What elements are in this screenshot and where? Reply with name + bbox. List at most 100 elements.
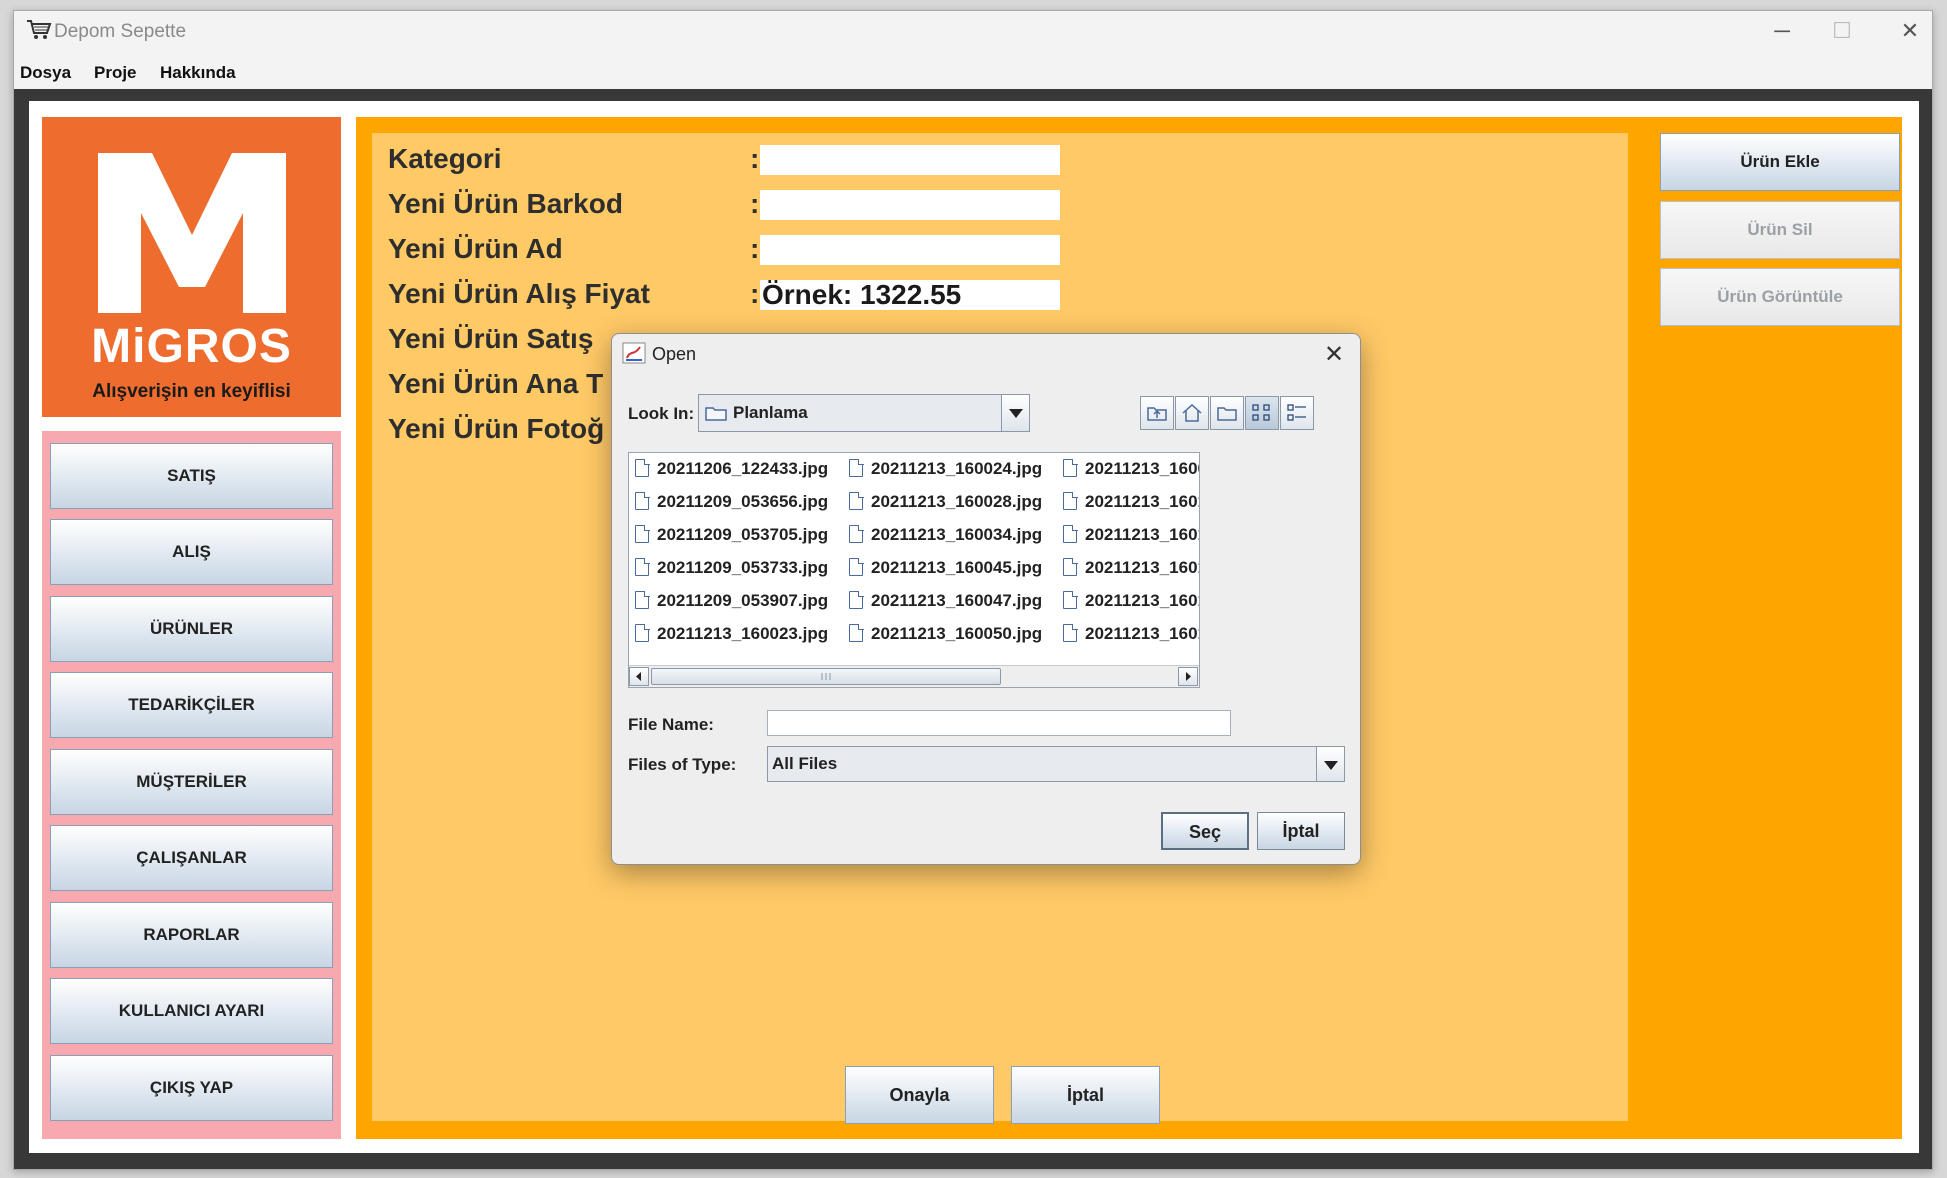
barkod-field[interactable] xyxy=(760,190,1060,220)
file-item[interactable]: 20211213_160050.jpg xyxy=(849,623,1042,644)
menu-proje[interactable]: Proje xyxy=(94,63,137,83)
file-item[interactable]: 20211213_160119.jpg xyxy=(1063,590,1199,611)
file-icon xyxy=(849,623,864,642)
menu-dosya[interactable]: Dosya xyxy=(20,63,71,83)
file-item[interactable]: 20211213_160023.jpg xyxy=(635,623,828,644)
list-view-button[interactable] xyxy=(1245,396,1279,430)
file-list[interactable]: 20211206_122433.jpg 20211209_053656.jpg … xyxy=(628,452,1200,688)
file-type-label: Files of Type: xyxy=(628,755,737,774)
file-icon xyxy=(849,524,864,543)
file-icon xyxy=(635,623,650,642)
file-item[interactable]: 20211206_122433.jpg xyxy=(635,458,828,479)
maximize-button[interactable]: ☐ xyxy=(1814,15,1870,47)
file-icon xyxy=(1063,590,1078,609)
scroll-right-button[interactable] xyxy=(1178,667,1198,686)
menu-hakkinda[interactable]: Hakkında xyxy=(160,63,236,83)
details-view-icon xyxy=(1287,404,1306,421)
nav-calisanlar-button[interactable]: ÇALIŞANLAR xyxy=(50,825,333,891)
arrow-right-icon xyxy=(1186,672,1191,681)
nav-cikis-yap-button[interactable]: ÇIKIŞ YAP xyxy=(50,1055,333,1121)
ad-field[interactable] xyxy=(760,235,1060,265)
chevron-down-icon[interactable] xyxy=(1001,395,1029,431)
menu-bar: Dosya Proje Hakkında xyxy=(14,53,1932,93)
app-window: Depom Sepette ─ ☐ ✕ Dosya Proje Hakkında… xyxy=(13,10,1933,1170)
dialog-title: Open xyxy=(652,344,697,364)
nav-panel: SATIŞ ALIŞ ÜRÜNLER TEDARİKÇİLER MÜŞTERİL… xyxy=(42,431,341,1139)
new-folder-icon xyxy=(1217,407,1237,421)
nav-satis-button[interactable]: SATIŞ xyxy=(50,443,333,509)
file-icon xyxy=(1063,458,1078,477)
file-item[interactable]: 20211213_160045.jpg xyxy=(849,557,1042,578)
horizontal-scrollbar[interactable] xyxy=(629,665,1199,687)
up-folder-button[interactable] xyxy=(1140,396,1174,430)
scroll-thumb[interactable] xyxy=(651,668,1001,685)
dialog-iptal-button[interactable]: İptal xyxy=(1257,812,1345,850)
nav-raporlar-button[interactable]: RAPORLAR xyxy=(50,902,333,968)
file-item[interactable]: 20211213_160109.jpg xyxy=(1063,524,1199,545)
file-icon xyxy=(1063,623,1078,642)
dialog-close-icon[interactable]: ✕ xyxy=(1324,340,1344,369)
minimize-button[interactable]: ─ xyxy=(1754,15,1810,47)
file-icon xyxy=(849,458,864,477)
file-item[interactable]: 20211209_053656.jpg xyxy=(635,491,828,512)
cart-icon xyxy=(27,20,52,39)
sec-button[interactable]: Seç xyxy=(1161,812,1249,850)
onayla-button[interactable]: Onayla xyxy=(845,1066,994,1124)
list-view-icon xyxy=(1252,404,1270,421)
home-button[interactable] xyxy=(1175,396,1209,430)
file-item[interactable]: 20211209_053733.jpg xyxy=(635,557,828,578)
label-foto: Yeni Ürün Fotoğ xyxy=(388,413,605,444)
file-icon xyxy=(849,557,864,576)
window-title: Depom Sepette xyxy=(54,21,187,42)
kategori-field[interactable] xyxy=(760,145,1060,175)
file-icon xyxy=(1063,524,1078,543)
file-item[interactable]: 20211213_160028.jpg xyxy=(849,491,1042,512)
colon: : xyxy=(750,278,760,309)
file-item[interactable]: 20211213_160116.jpg xyxy=(1063,557,1199,578)
file-item[interactable]: 20211213_160024.jpg xyxy=(849,458,1042,479)
file-icon xyxy=(849,491,864,510)
details-view-button[interactable] xyxy=(1280,396,1314,430)
file-item[interactable]: 20211213_160104.jpg xyxy=(1063,491,1199,512)
nav-musteriler-button[interactable]: MÜŞTERİLER xyxy=(50,749,333,815)
java-icon xyxy=(622,342,646,364)
chevron-down-icon[interactable] xyxy=(1316,747,1344,781)
label-ad: Yeni Ürün Ad xyxy=(388,233,563,264)
scroll-left-button[interactable] xyxy=(629,667,649,686)
look-in-value: Planlama xyxy=(733,403,808,422)
label-ana-t: Yeni Ürün Ana T xyxy=(388,368,604,399)
grip-icon xyxy=(821,673,831,680)
file-name-input[interactable] xyxy=(767,710,1231,736)
nav-urunler-button[interactable]: ÜRÜNLER xyxy=(50,596,333,662)
look-in-combo[interactable]: Planlama xyxy=(698,394,1030,432)
nav-kullanici-ayari-button[interactable]: KULLANICI AYARI xyxy=(50,978,333,1044)
new-folder-button[interactable] xyxy=(1210,396,1244,430)
file-item[interactable]: 20211213_160034.jpg xyxy=(849,524,1042,545)
iptal-button[interactable]: İptal xyxy=(1011,1066,1160,1124)
nav-alis-button[interactable]: ALIŞ xyxy=(50,519,333,585)
nav-tedarikciler-button[interactable]: TEDARİKÇİLER xyxy=(50,672,333,738)
file-item[interactable]: 20211209_053705.jpg xyxy=(635,524,828,545)
file-icon xyxy=(1063,557,1078,576)
file-icon xyxy=(635,491,650,510)
file-item[interactable]: 20211213_160052.jpg xyxy=(1063,458,1199,479)
home-icon xyxy=(1182,403,1202,422)
file-icon xyxy=(635,524,650,543)
file-item[interactable]: 20211213_160122.jpg xyxy=(1063,623,1199,644)
label-barkod: Yeni Ürün Barkod xyxy=(388,188,623,219)
file-icon xyxy=(635,458,650,477)
urun-sil-button[interactable]: Ürün Sil xyxy=(1660,201,1900,259)
label-alis-fiyat: Yeni Ürün Alış Fiyat xyxy=(388,278,650,309)
alis-fiyat-field[interactable]: Örnek: 1322.55 xyxy=(760,280,1060,310)
file-type-combo[interactable]: All Files xyxy=(767,746,1345,782)
folder-icon xyxy=(705,407,727,421)
urun-ekle-button[interactable]: Ürün Ekle xyxy=(1660,133,1900,191)
logo-name: MiGROS xyxy=(91,320,292,373)
look-in-label: Look In: xyxy=(628,404,695,423)
file-icon xyxy=(1063,491,1078,510)
file-item[interactable]: 20211209_053907.jpg xyxy=(635,590,828,611)
urun-goruntule-button[interactable]: Ürün Görüntüle xyxy=(1660,268,1900,326)
colon: : xyxy=(750,143,760,174)
close-button[interactable]: ✕ xyxy=(1882,15,1932,47)
file-item[interactable]: 20211213_160047.jpg xyxy=(849,590,1042,611)
